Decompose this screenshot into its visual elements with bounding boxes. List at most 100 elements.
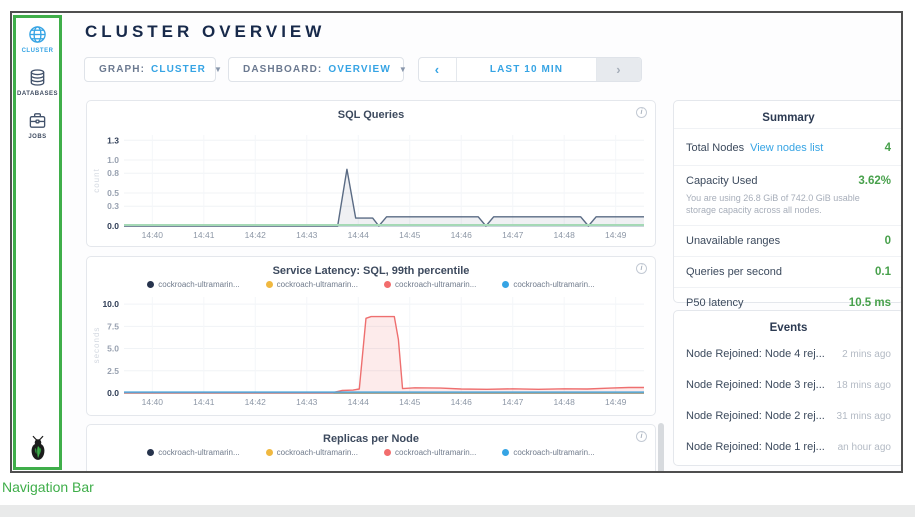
graph-dropdown-label: GRAPH: (99, 64, 145, 75)
svg-text:14:46: 14:46 (451, 397, 473, 407)
legend-dot-icon (147, 281, 154, 288)
event-row: Node Rejoined: Node 4 rej... 2 mins ago (674, 338, 903, 369)
svg-text:14:40: 14:40 (142, 230, 164, 240)
svg-text:14:41: 14:41 (193, 230, 215, 240)
graph-dropdown[interactable]: GRAPH: CLUSTER ▼ (84, 57, 216, 82)
event-row: Node Rejoined: Node 1 rej... an hour ago (674, 431, 903, 462)
summary-label: Capacity Used (686, 175, 758, 187)
summary-value: 0 (885, 235, 891, 247)
sidebar-item-jobs[interactable]: JOBS (28, 111, 47, 140)
svg-text:14:44: 14:44 (348, 397, 370, 407)
event-text: Node Rejoined: Node 1 rej... (686, 441, 825, 453)
screenshot-canvas: CLUSTER DATABASES (0, 0, 915, 517)
info-icon[interactable]: i (636, 431, 647, 442)
sidebar-item-label: CLUSTER (22, 48, 54, 54)
legend-item: cockroach-ultramarin... (266, 280, 358, 289)
legend-dot-icon (384, 281, 391, 288)
service-latency-chart: 0.02.55.07.510.014:4014:4114:4214:4314:4… (92, 291, 650, 409)
summary-label: P50 latency (686, 297, 743, 309)
page-title: CLUSTER OVERVIEW (85, 22, 325, 42)
events-title: Events (674, 311, 903, 338)
svg-text:14:43: 14:43 (296, 397, 318, 407)
legend-dot-icon (147, 449, 154, 456)
time-prev-button[interactable]: ‹ (419, 58, 457, 81)
legend-item: cockroach-ultramarin... (502, 280, 594, 289)
legend-dot-icon (266, 281, 273, 288)
event-text: Node Rejoined: Node 4 rej... (686, 472, 825, 473)
legend-dot-icon (502, 449, 509, 456)
svg-text:14:49: 14:49 (605, 397, 627, 407)
legend-item: cockroach-ultramarin... (502, 448, 594, 457)
dashboard-dropdown-value: OVERVIEW (328, 64, 391, 75)
chart-title: Service Latency: SQL, 99th percentile (87, 257, 655, 277)
dashboard-dropdown[interactable]: DASHBOARD: OVERVIEW ▼ (228, 57, 404, 82)
cluster-globe-icon (28, 25, 47, 44)
svg-text:14:48: 14:48 (554, 397, 576, 407)
jobs-briefcase-icon (28, 111, 47, 130)
view-nodes-list-link[interactable]: View nodes list (750, 142, 823, 154)
event-text: Node Rejoined: Node 4 rej... (686, 348, 825, 360)
summary-label: Queries per second (686, 266, 782, 278)
legend-dot-icon (502, 281, 509, 288)
svg-text:0.8: 0.8 (107, 168, 119, 178)
summary-label: Total Nodes (686, 142, 744, 154)
annotation-caption: Navigation Bar (2, 479, 94, 495)
svg-text:7.5: 7.5 (107, 321, 119, 331)
svg-text:14:47: 14:47 (502, 397, 524, 407)
time-range-value[interactable]: LAST 10 MIN (457, 64, 596, 75)
svg-text:14:43: 14:43 (296, 230, 318, 240)
summary-value: 10.5 ms (849, 297, 891, 309)
svg-text:seconds: seconds (92, 327, 101, 364)
svg-text:10.0: 10.0 (102, 299, 119, 309)
summary-row-qps: Queries per second 0.1 (674, 256, 903, 287)
capacity-note: You are using 26.8 GiB of 742.0 GiB usab… (674, 192, 903, 225)
graph-dropdown-value: CLUSTER (151, 64, 206, 75)
legend-item: cockroach-ultramarin... (384, 448, 476, 457)
info-icon[interactable]: i (636, 263, 647, 274)
summary-label: Unavailable ranges (686, 235, 780, 247)
replicas-per-node-chart: 400 (92, 459, 650, 473)
sidebar-item-databases[interactable]: DATABASES (17, 68, 58, 97)
event-text: Node Rejoined: Node 3 rej... (686, 379, 825, 391)
summary-title: Summary (674, 101, 903, 128)
events-panel: Events Node Rejoined: Node 4 rej... 2 mi… (673, 310, 903, 466)
summary-value: 4 (885, 142, 891, 154)
svg-text:2.5: 2.5 (107, 366, 119, 376)
info-icon[interactable]: i (636, 107, 647, 118)
summary-row-unavailable-ranges: Unavailable ranges 0 (674, 225, 903, 256)
svg-text:14:45: 14:45 (399, 230, 421, 240)
legend-item: cockroach-ultramarin... (266, 448, 358, 457)
summary-panel: Summary Total Nodes View nodes list 4 Cap… (673, 100, 903, 303)
chart-legend: cockroach-ultramarin... cockroach-ultrama… (87, 280, 655, 289)
svg-text:5.0: 5.0 (107, 344, 119, 354)
svg-text:14:41: 14:41 (193, 397, 215, 407)
time-range-selector: ‹ LAST 10 MIN › (418, 57, 642, 82)
svg-text:400: 400 (105, 470, 119, 473)
svg-text:14:46: 14:46 (451, 230, 473, 240)
annotation-highlight-box: CLUSTER DATABASES (13, 15, 62, 470)
app-window: CLUSTER DATABASES (10, 11, 903, 473)
svg-text:1.3: 1.3 (107, 135, 119, 145)
event-text: Node Rejoined: Node 2 rej... (686, 410, 825, 422)
replicas-per-node-panel: Replicas per Node i cockroach-ultramarin… (86, 424, 656, 473)
svg-text:14:40: 14:40 (142, 397, 164, 407)
event-time: 31 mins ago (837, 411, 891, 422)
sidebar-item-cluster[interactable]: CLUSTER (22, 25, 54, 54)
vertical-scrollbar-thumb[interactable] (658, 423, 664, 473)
svg-text:0.0: 0.0 (107, 221, 119, 231)
sql-queries-panel: SQL Queries i 0.00.30.50.81.01.314:4014:… (86, 100, 656, 247)
databases-icon (28, 68, 47, 87)
chart-legend: cockroach-ultramarin... cockroach-ultrama… (87, 448, 655, 457)
chevron-down-icon: ▼ (214, 65, 223, 74)
time-next-button[interactable]: › (596, 58, 641, 81)
svg-text:0.0: 0.0 (107, 388, 119, 398)
svg-text:14:45: 14:45 (399, 397, 421, 407)
event-row: Node Rejoined: Node 2 rej... 31 mins ago (674, 400, 903, 431)
service-latency-panel: Service Latency: SQL, 99th percentile i … (86, 256, 656, 416)
event-time: 2 mins ago (842, 349, 891, 360)
sql-queries-chart: 0.00.30.50.81.01.314:4014:4114:4214:4314… (92, 123, 650, 242)
legend-item: cockroach-ultramarin... (147, 280, 239, 289)
legend-dot-icon (266, 449, 273, 456)
legend-dot-icon (384, 449, 391, 456)
summary-value: 3.62% (858, 175, 891, 187)
